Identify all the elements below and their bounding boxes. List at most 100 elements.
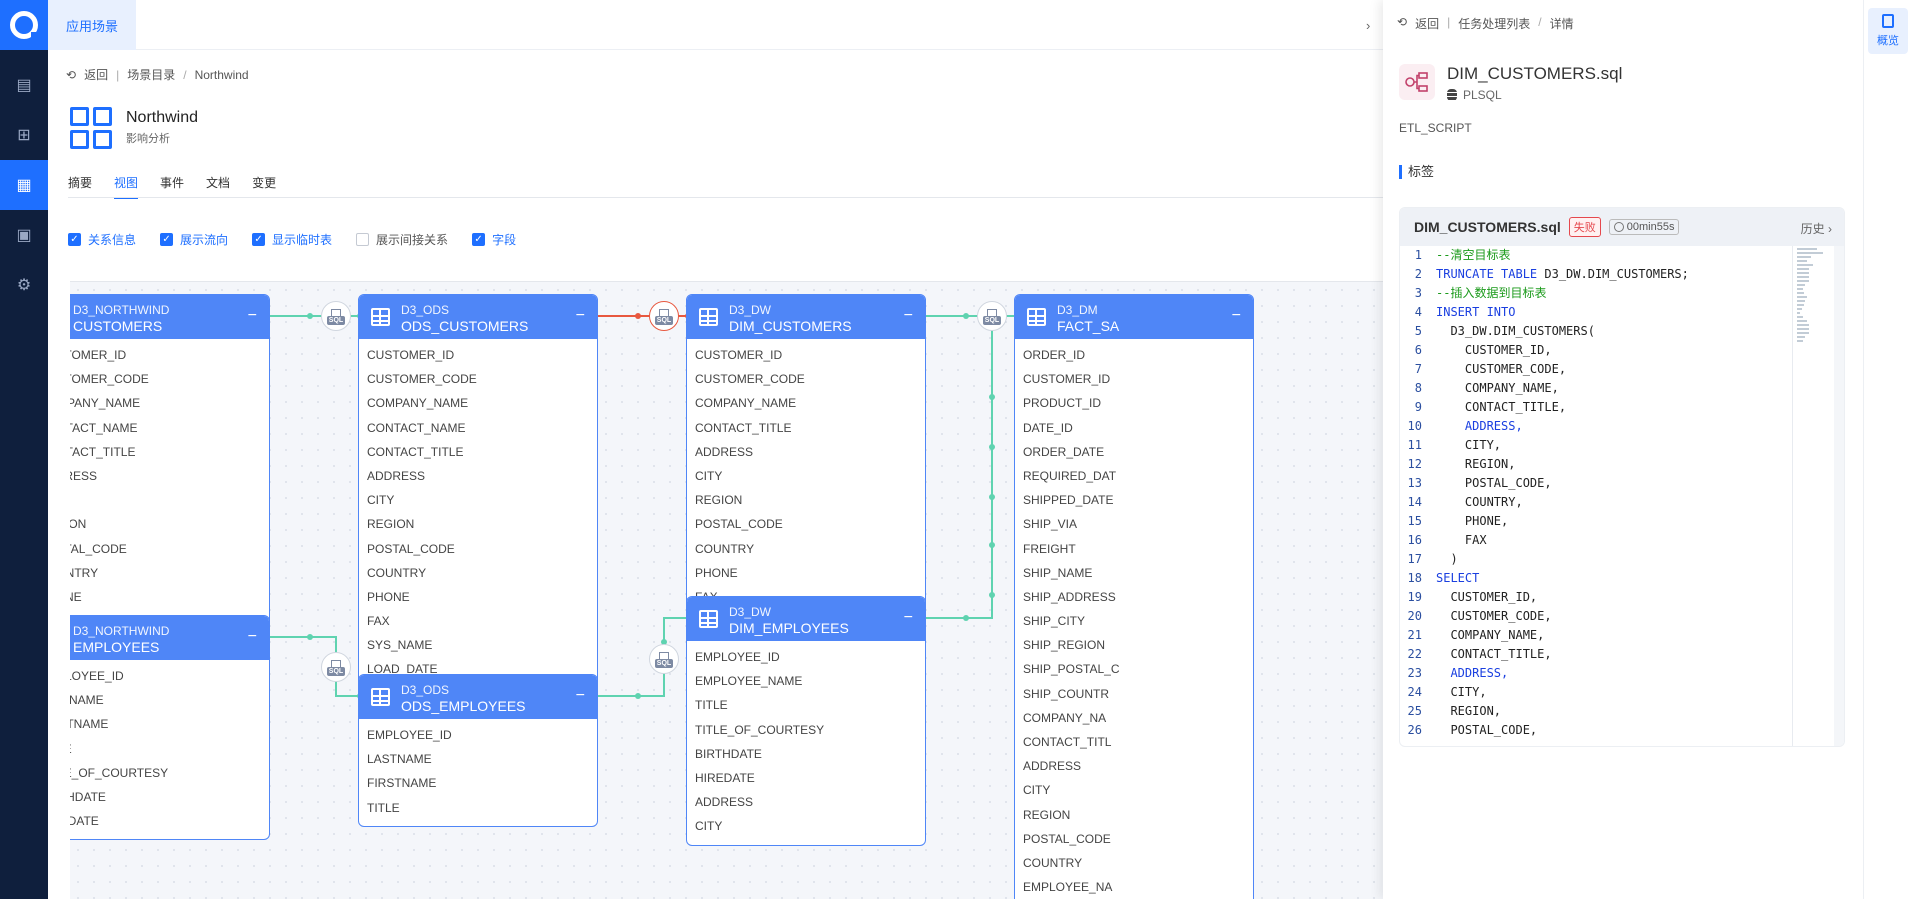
code-scrollbar[interactable] bbox=[1834, 246, 1844, 746]
breadcrumb-catalog[interactable]: 场景目录 bbox=[127, 66, 175, 83]
overview-button[interactable]: 概览 bbox=[1868, 8, 1908, 54]
field-item[interactable]: LASTNAME bbox=[70, 688, 269, 712]
field-item[interactable]: BIRTHDATE bbox=[687, 742, 925, 766]
field-item[interactable]: SHIP_POSTAL_C bbox=[1015, 657, 1253, 681]
field-item[interactable]: COUNTRY bbox=[359, 561, 597, 585]
field-item[interactable]: COMPANY_NA bbox=[1015, 706, 1253, 730]
field-item[interactable]: CUSTOMER_CODE bbox=[687, 367, 925, 391]
app-logo[interactable] bbox=[0, 0, 48, 50]
field-item[interactable]: ADDRESS bbox=[359, 464, 597, 488]
tab-docs[interactable]: 文档 bbox=[206, 174, 230, 199]
checkbox-checked-icon[interactable]: ✓ bbox=[252, 233, 266, 246]
field-item[interactable]: COUNTRY bbox=[687, 537, 925, 561]
field-item[interactable]: CONTACT_TITL bbox=[1015, 730, 1253, 754]
code-minimap[interactable] bbox=[1792, 246, 1832, 746]
collapse-icon[interactable]: − bbox=[576, 687, 585, 705]
back-link[interactable]: 返回 bbox=[1415, 15, 1439, 32]
tab-changes[interactable]: 变更 bbox=[252, 174, 276, 199]
settings-icon[interactable]: ⚙ bbox=[0, 260, 48, 310]
field-item[interactable]: SHIP_COUNTR bbox=[1015, 682, 1253, 706]
field-item[interactable]: CUSTOMER_CODE bbox=[359, 367, 597, 391]
field-item[interactable]: FAX bbox=[359, 609, 597, 633]
field-item[interactable]: EMPLOYEE_NAME bbox=[687, 669, 925, 693]
back-icon[interactable]: ⟲ bbox=[1397, 15, 1407, 32]
field-item[interactable]: ORDER_DATE bbox=[1015, 440, 1253, 464]
field-item[interactable]: REQUIRED_DAT bbox=[1015, 464, 1253, 488]
field-item[interactable]: ORDER_ID bbox=[1015, 343, 1253, 367]
field-item[interactable]: ADDRESS bbox=[1015, 754, 1253, 778]
field-item[interactable]: PHONE bbox=[687, 561, 925, 585]
field-item[interactable]: COMPANY_NAME bbox=[687, 391, 925, 415]
tab-summary[interactable]: 摘要 bbox=[68, 174, 92, 199]
table-node-header[interactable]: D3_DW DIM_EMPLOYEES − bbox=[687, 597, 925, 641]
checkbox-checked-icon[interactable]: ✓ bbox=[160, 233, 174, 246]
field-item[interactable]: CONTACT_TITLE bbox=[359, 440, 597, 464]
filter-show-flow[interactable]: ✓ 展示流向 bbox=[160, 231, 228, 248]
field-item[interactable]: CONTACT_TITLE bbox=[70, 440, 269, 464]
field-item[interactable]: PHONE bbox=[359, 585, 597, 609]
field-item[interactable]: EMPLOYEE_ID bbox=[687, 645, 925, 669]
sql-task-node[interactable]: SQL bbox=[977, 301, 1007, 331]
field-item[interactable]: CITY bbox=[687, 814, 925, 838]
field-item[interactable]: COUNTRY bbox=[70, 561, 269, 585]
checkbox-checked-icon[interactable]: ✓ bbox=[68, 233, 81, 246]
field-item[interactable]: EMPLOYEE_ID bbox=[359, 723, 597, 747]
field-item[interactable]: ADDRESS bbox=[687, 440, 925, 464]
code-editor[interactable]: 1 --清空目标表 2 TRUNCATE TABLE D3_DW.DIM_CUSTOM… bbox=[1400, 246, 1844, 746]
collapse-icon[interactable]: − bbox=[904, 307, 913, 325]
field-item[interactable]: SYS_NAME bbox=[359, 633, 597, 657]
table-node-header[interactable]: D3_ODS ODS_CUSTOMERS − bbox=[359, 295, 597, 339]
field-item[interactable]: FIRSTNAME bbox=[70, 712, 269, 736]
field-item[interactable]: POSTAL_CODE bbox=[70, 537, 269, 561]
field-item[interactable]: EMPLOYEE_NA bbox=[1015, 875, 1253, 899]
checkbox-unchecked-icon[interactable] bbox=[356, 233, 370, 246]
field-item[interactable]: COMPANY_NAME bbox=[70, 391, 269, 415]
table-node-header[interactable]: D3_NORTHWIND CUSTOMERS − bbox=[70, 295, 269, 339]
field-item[interactable]: TITLE bbox=[687, 693, 925, 717]
field-item[interactable]: POSTAL_CODE bbox=[687, 512, 925, 536]
filter-relation-info[interactable]: ✓ 关系信息 bbox=[68, 231, 136, 248]
table-node-dim-customers[interactable]: D3_DW DIM_CUSTOMERS − CUSTOMER_ID CUSTOMER_C… bbox=[686, 294, 926, 617]
collapse-icon[interactable]: − bbox=[904, 609, 913, 627]
field-item[interactable]: CITY bbox=[359, 488, 597, 512]
tab-events[interactable]: 事件 bbox=[160, 174, 184, 199]
back-icon[interactable]: ⟲ bbox=[66, 68, 76, 82]
field-item[interactable]: SHIP_REGION bbox=[1015, 633, 1253, 657]
filter-fields[interactable]: ✓ 字段 bbox=[472, 231, 516, 248]
field-item[interactable]: SHIP_CITY bbox=[1015, 609, 1253, 633]
field-item[interactable]: REGION bbox=[70, 512, 269, 536]
field-item[interactable]: EMPLOYEE_ID bbox=[70, 664, 269, 688]
table-node-header[interactable]: D3_DM FACT_SA − bbox=[1015, 295, 1253, 339]
filter-temp-tables[interactable]: ✓ 显示临时表 bbox=[252, 231, 332, 248]
field-item[interactable]: CUSTOMER_CODE bbox=[70, 367, 269, 391]
table-node-ods-customers[interactable]: D3_ODS ODS_CUSTOMERS − CUSTOMER_ID CUSTOMER_… bbox=[358, 294, 598, 713]
table-node-dim-employees[interactable]: D3_DW DIM_EMPLOYEES − EMPLOYEE_ID EMPLOYEE_N… bbox=[686, 596, 926, 846]
field-item[interactable]: BIRTHDATE bbox=[70, 785, 269, 809]
lineage-canvas[interactable]: SQL SQL SQL SQL SQL D3_NORTHWIND CUSTOMER… bbox=[70, 281, 1383, 899]
field-item[interactable]: CUSTOMER_ID bbox=[70, 343, 269, 367]
table-node-header[interactable]: D3_ODS ODS_EMPLOYEES − bbox=[359, 675, 597, 719]
field-item[interactable]: DATE_ID bbox=[1015, 416, 1253, 440]
sql-task-node[interactable]: SQL bbox=[321, 301, 351, 331]
lineage-icon[interactable]: ⊞ bbox=[0, 110, 48, 160]
field-item[interactable]: REGION bbox=[687, 488, 925, 512]
field-item[interactable]: REGION bbox=[1015, 803, 1253, 827]
field-item[interactable]: POSTAL_CODE bbox=[359, 537, 597, 561]
app-tab[interactable]: 应用场景 bbox=[48, 0, 136, 50]
breadcrumb-task-list[interactable]: 任务处理列表 bbox=[1458, 15, 1530, 32]
report-icon[interactable]: ▣ bbox=[0, 210, 48, 260]
field-item[interactable]: SHIP_ADDRESS bbox=[1015, 585, 1253, 609]
field-item[interactable]: TITLE_OF_COURTESY bbox=[687, 718, 925, 742]
table-node-customers[interactable]: D3_NORTHWINDCUSTOMERS− CUSTOMER_IDCUSTOME… bbox=[70, 294, 270, 641]
field-item[interactable]: FIRSTNAME bbox=[359, 771, 597, 795]
field-item[interactable]: ADDRESS bbox=[687, 790, 925, 814]
field-item[interactable]: FREIGHT bbox=[1015, 537, 1253, 561]
field-item[interactable]: SHIPPED_DATE bbox=[1015, 488, 1253, 512]
table-node-ods-employees[interactable]: D3_ODS ODS_EMPLOYEES − EMPLOYEE_ID LASTNAME F… bbox=[358, 674, 598, 827]
field-item[interactable]: HIREDATE bbox=[70, 809, 269, 833]
field-item[interactable]: CITY bbox=[70, 488, 269, 512]
field-item[interactable]: SHIP_VIA bbox=[1015, 512, 1253, 536]
field-item[interactable]: REGION bbox=[359, 512, 597, 536]
back-link[interactable]: 返回 bbox=[84, 66, 108, 83]
sql-task-node[interactable]: SQL bbox=[649, 644, 679, 674]
